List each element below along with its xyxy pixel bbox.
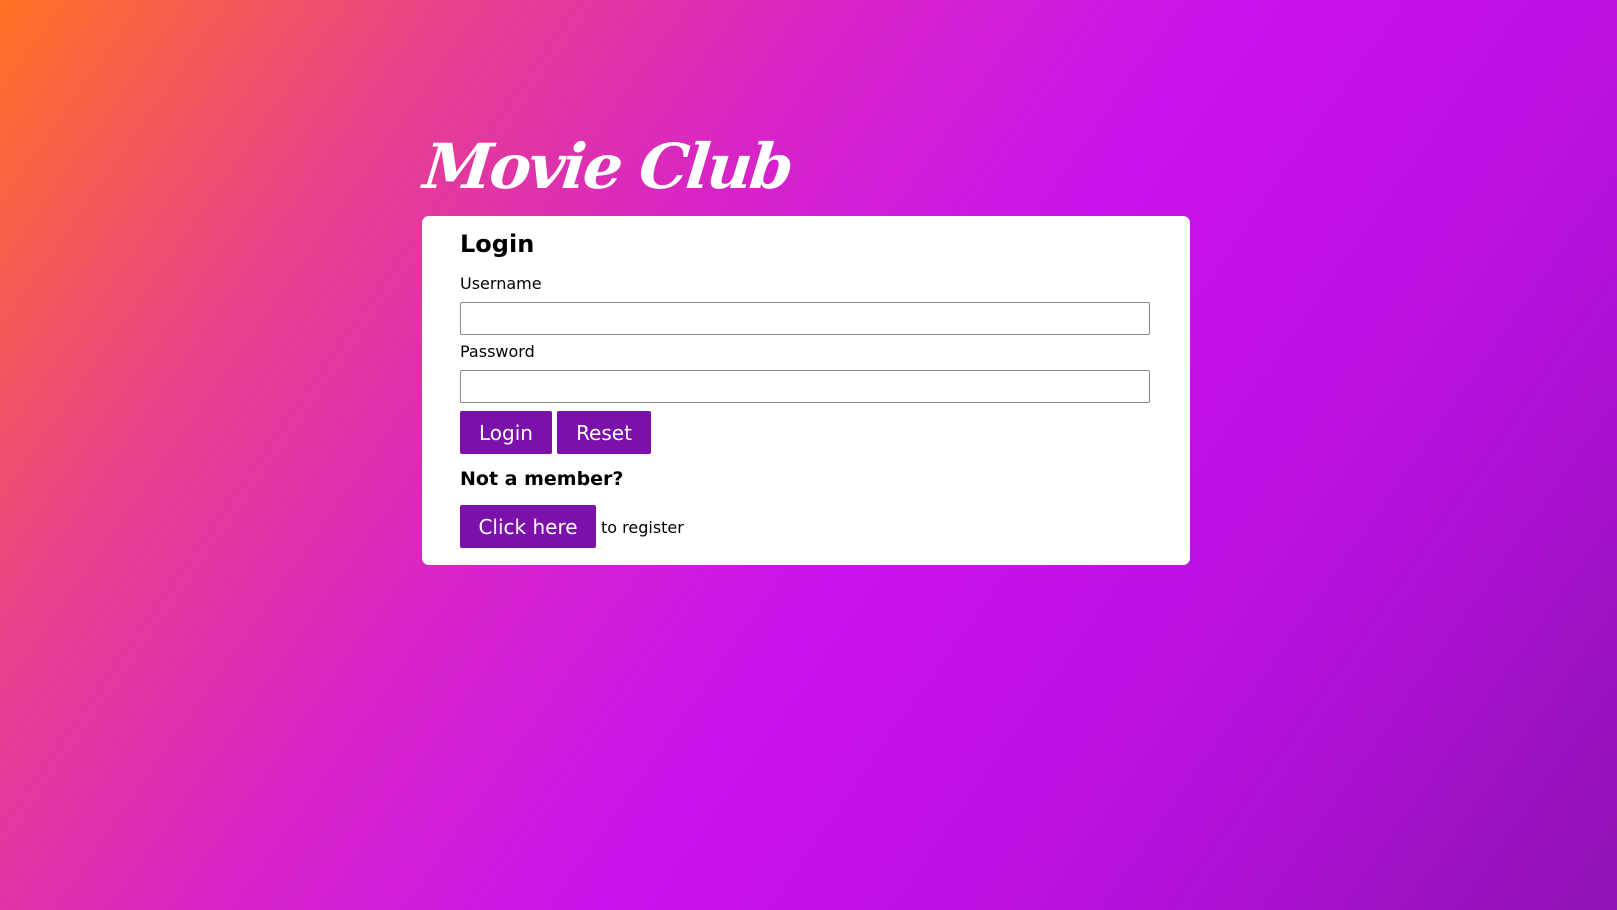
site-title: Movie Club [420,130,795,203]
login-heading: Login [460,230,535,258]
password-label: Password [460,342,535,361]
register-suffix-text: to register [601,518,684,537]
username-input[interactable] [460,302,1150,335]
reset-button[interactable]: Reset [557,411,651,454]
not-a-member-heading: Not a member? [460,468,624,490]
password-input[interactable] [460,370,1150,403]
register-button[interactable]: Click here [460,505,596,548]
login-button[interactable]: Login [460,411,552,454]
username-label: Username [460,274,542,293]
login-card: Login Username Password Login Reset Not … [422,216,1190,565]
